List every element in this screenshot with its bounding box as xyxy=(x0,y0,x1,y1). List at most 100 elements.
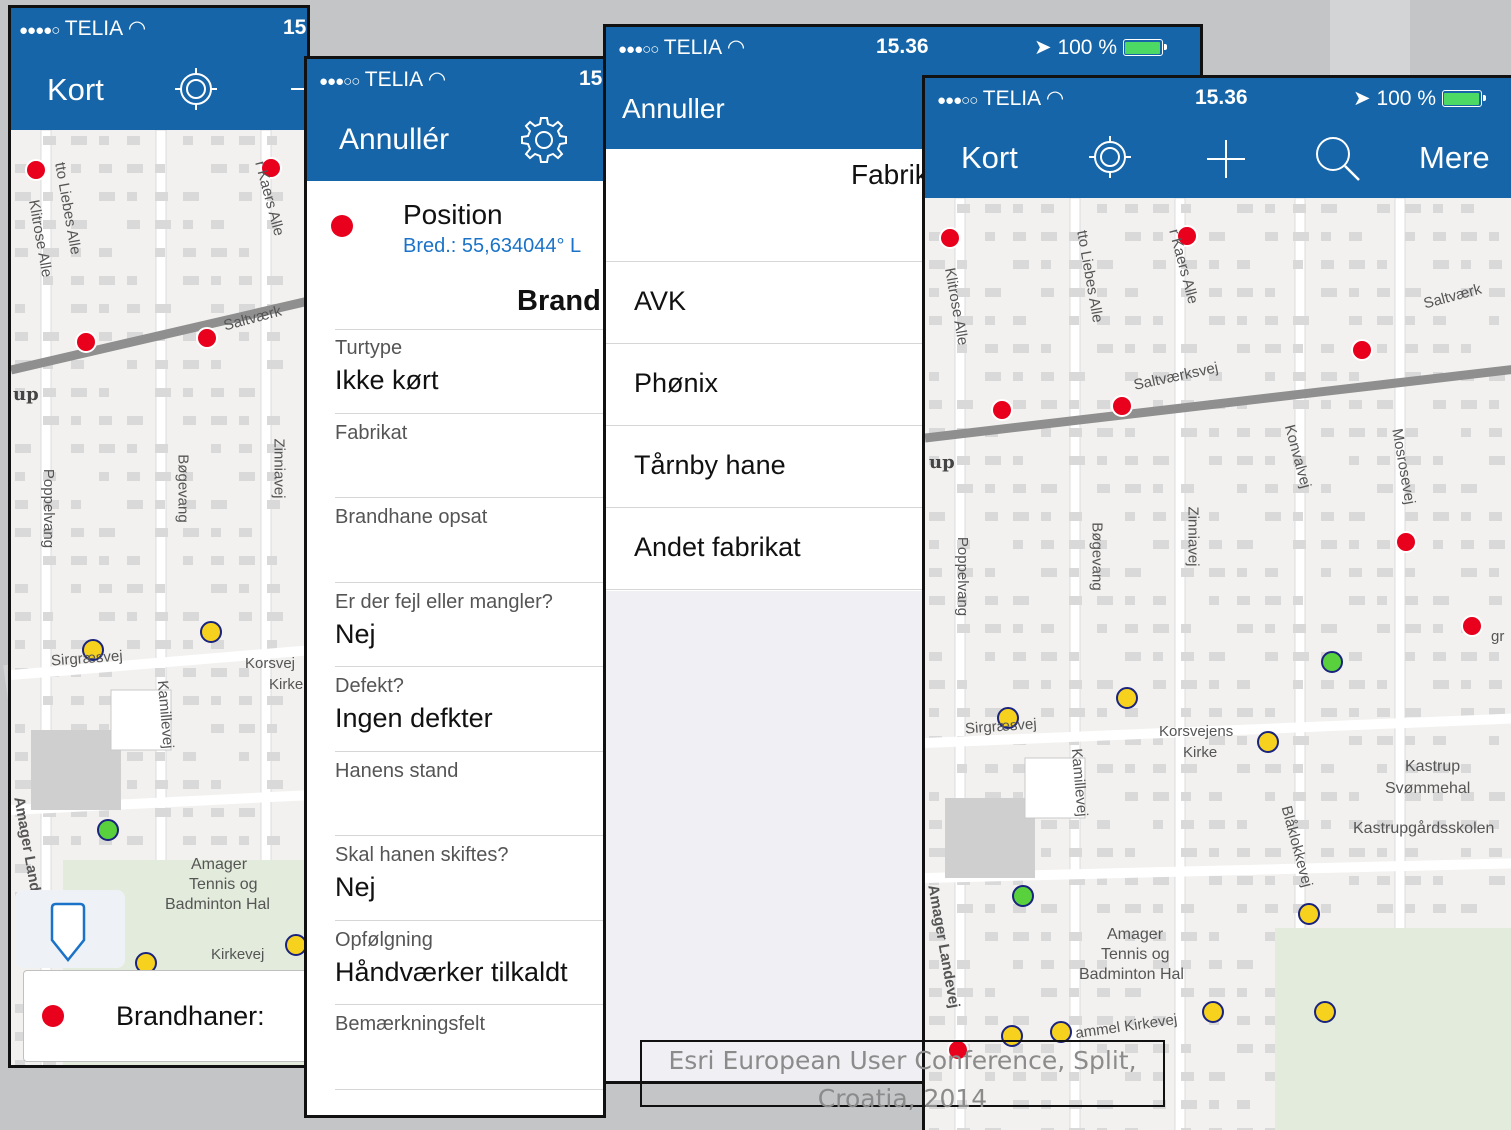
map-label-gras: gr xyxy=(1491,628,1505,645)
map-building xyxy=(1209,568,1225,577)
map-building xyxy=(985,512,998,521)
add-icon[interactable] xyxy=(1205,138,1247,185)
map-building xyxy=(99,556,109,565)
map-building xyxy=(1041,372,1054,381)
hydrant-marker xyxy=(1351,339,1373,361)
map-building xyxy=(127,584,143,593)
map-building xyxy=(211,668,227,677)
map-building xyxy=(99,612,115,621)
map-building xyxy=(1237,820,1247,829)
map-building xyxy=(43,332,59,341)
map-building xyxy=(929,372,939,381)
form-field[interactable]: Turtype Ikke kørt xyxy=(335,329,603,414)
map-building xyxy=(183,696,199,705)
map-building xyxy=(1293,232,1309,241)
map-building xyxy=(1461,204,1474,213)
gear-icon[interactable] xyxy=(517,113,571,172)
map-building xyxy=(1433,512,1449,521)
map-building xyxy=(1237,708,1253,717)
map-building xyxy=(1097,624,1107,633)
form-field[interactable]: Skal hanen skiftes? Nej xyxy=(335,836,603,921)
form-field[interactable]: Defekt? Ingen defkter xyxy=(335,667,603,752)
map-building xyxy=(1153,876,1169,885)
form-field[interactable]: Opfølgning Håndværker tilkaldt xyxy=(335,921,603,1005)
locate-icon[interactable] xyxy=(1087,134,1133,185)
form-field[interactable]: Hanens stand xyxy=(335,752,603,836)
map-building xyxy=(1265,232,1278,241)
map-building xyxy=(1433,400,1446,409)
map-building xyxy=(183,556,193,565)
map-building xyxy=(1265,652,1278,661)
form-field-value: Ingen defkter xyxy=(335,703,493,733)
form-field[interactable]: Fabrikat xyxy=(335,414,603,498)
map-building xyxy=(1181,680,1197,689)
map-building xyxy=(99,136,109,145)
map-building xyxy=(1097,680,1113,689)
map-building xyxy=(1125,288,1138,297)
map-building xyxy=(1237,344,1250,353)
form-field[interactable]: Bemærkningsfelt xyxy=(335,1005,603,1090)
map-building xyxy=(945,798,1035,878)
map-building xyxy=(239,472,255,481)
cancel-button[interactable]: Annullér xyxy=(339,123,449,157)
map-building xyxy=(957,680,967,689)
map-building xyxy=(1041,512,1051,521)
map-building xyxy=(1237,1016,1250,1025)
map-building xyxy=(1377,484,1393,493)
map-building xyxy=(183,276,199,285)
form-field[interactable]: Brandhane opsat xyxy=(335,498,603,583)
signal-indicator: ●●●●○ xyxy=(19,22,60,39)
map-building xyxy=(1377,400,1393,409)
map-building xyxy=(1321,708,1337,717)
map-building xyxy=(1013,204,1023,213)
map-building xyxy=(1013,596,1029,605)
picker-option-label: AVK xyxy=(634,286,687,316)
map-building xyxy=(1377,876,1390,885)
map-building xyxy=(267,584,280,593)
map-building xyxy=(1265,792,1275,801)
map-building xyxy=(71,360,84,369)
more-button[interactable]: Mere xyxy=(1419,140,1490,176)
wifi-icon: ◠ xyxy=(726,36,746,59)
location-arrow-icon: ➤ xyxy=(1353,87,1371,110)
clock: 15.36 xyxy=(579,67,603,90)
map-building xyxy=(985,764,998,773)
hydrant-marker xyxy=(1202,1001,1224,1023)
map-building xyxy=(1125,596,1135,605)
search-icon[interactable] xyxy=(1313,134,1363,189)
map-building xyxy=(1125,344,1135,353)
map-building xyxy=(1293,596,1303,605)
map-building xyxy=(1489,876,1505,885)
map-building xyxy=(1069,512,1082,521)
map-building xyxy=(183,360,199,369)
map-building xyxy=(957,260,967,269)
map-building xyxy=(1461,764,1471,773)
map-building xyxy=(71,444,84,453)
map-building xyxy=(127,220,140,229)
map-building xyxy=(1013,512,1029,521)
map-building xyxy=(1293,204,1306,213)
map-building xyxy=(1097,820,1110,829)
cancel-button[interactable]: Annuller xyxy=(622,93,725,125)
map-building xyxy=(15,752,28,761)
form-field-value: Nej xyxy=(335,872,376,902)
form-field[interactable]: Er der fejl eller mangler? Nej xyxy=(335,583,603,667)
map-building xyxy=(1181,1072,1194,1081)
map-building xyxy=(1013,400,1026,409)
picker-title: Fabrik xyxy=(851,159,929,190)
map-building xyxy=(1377,680,1387,689)
map-building xyxy=(1377,540,1390,549)
map-building xyxy=(985,372,1001,381)
map-view[interactable]: tto Liebes Alle Klitrose Alle r Kaers Al… xyxy=(11,130,307,1065)
map-building xyxy=(1041,708,1054,717)
map-building xyxy=(1125,428,1135,437)
map-view[interactable]: tto Liebes Alle Klitrose Alle r Kaers Al… xyxy=(925,198,1511,1130)
map-building xyxy=(71,500,81,509)
map-building xyxy=(1069,988,1079,997)
map-building xyxy=(1181,820,1194,829)
map-building xyxy=(1013,1016,1029,1025)
map-building xyxy=(99,332,112,341)
signal-indicator: ●●●○○ xyxy=(937,92,978,109)
map-building xyxy=(211,780,221,789)
locate-icon[interactable] xyxy=(173,66,219,117)
